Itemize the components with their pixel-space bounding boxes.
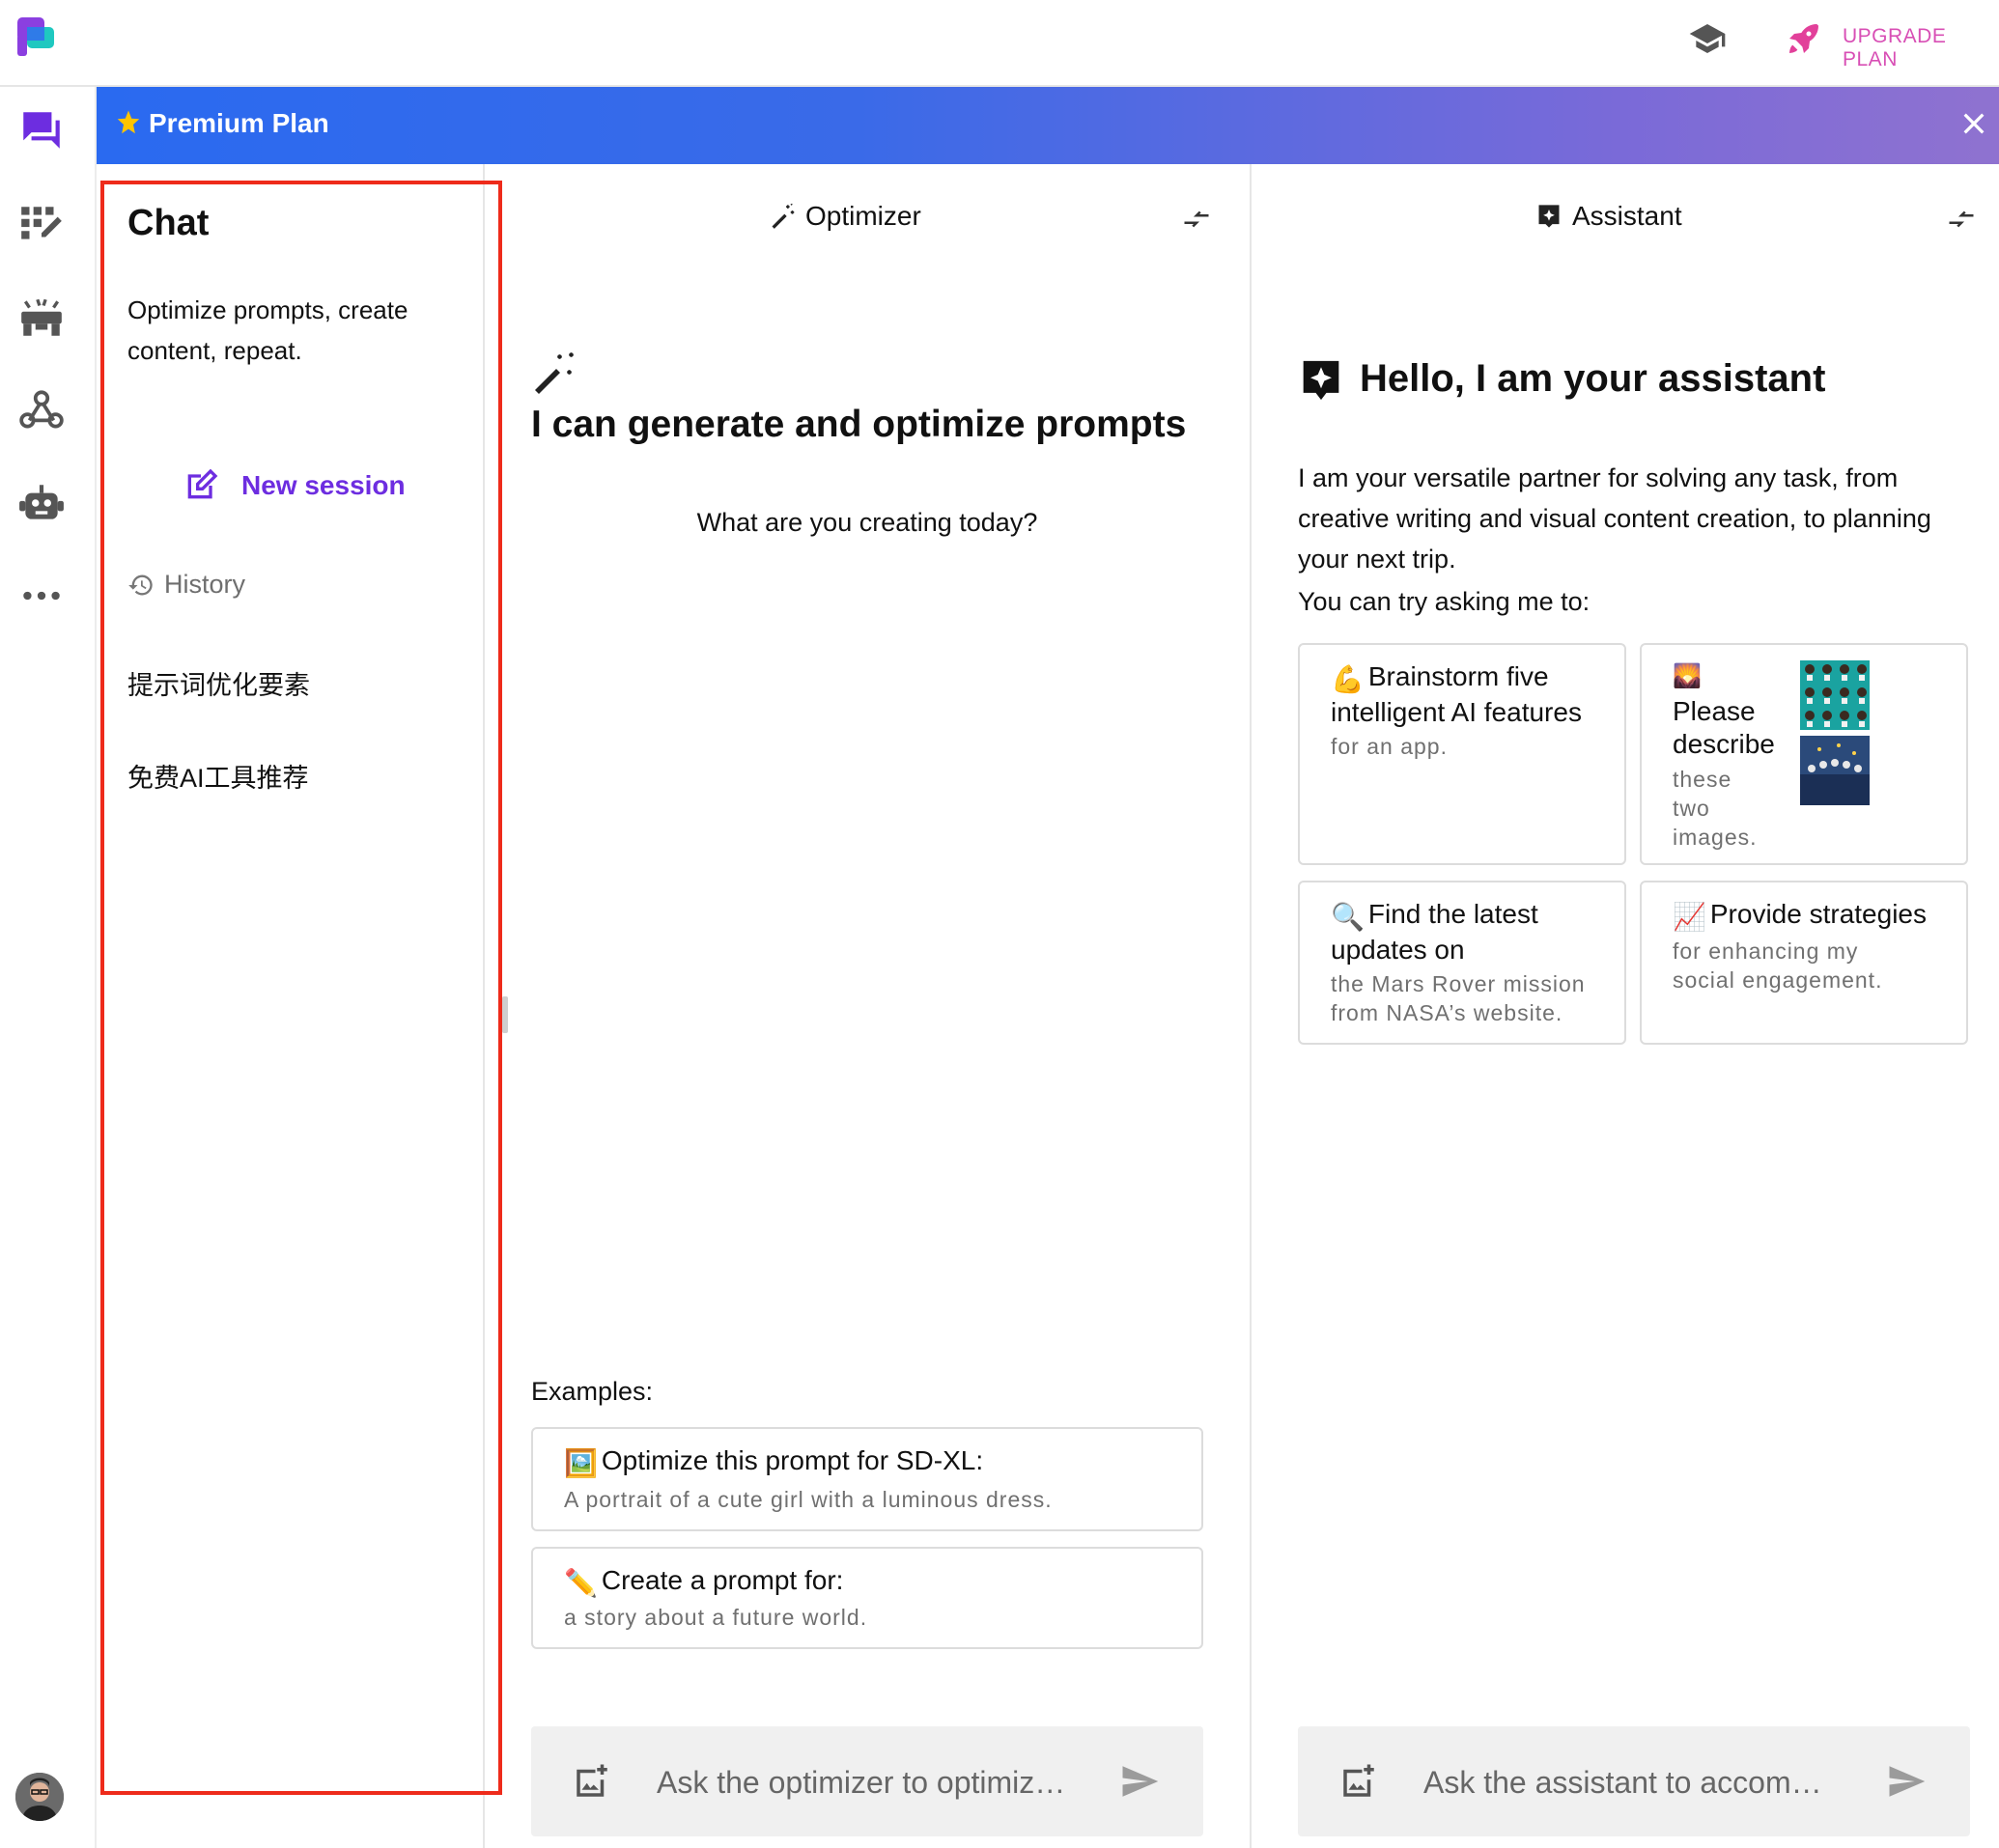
rocket-icon[interactable] xyxy=(1785,19,1823,58)
edit-icon xyxy=(187,468,218,499)
suggestion-title: 🔍 Find the latest updates on xyxy=(1331,899,1538,965)
sunrise-icon: 🌄 xyxy=(1673,663,1702,689)
example-card[interactable]: ✏️ Create a prompt for: a story about a f… xyxy=(531,1547,1203,1649)
pencil-icon: ✏️ xyxy=(564,1568,598,1598)
assistant-input-box xyxy=(1298,1726,1970,1836)
suggestion-subtitle: for an app. xyxy=(1331,734,1448,759)
suggestion-card[interactable]: 💪 Brainstorm five intelligent AI features… xyxy=(1298,643,1626,865)
app-logo[interactable] xyxy=(17,17,56,58)
optimizer-header: Optimizer xyxy=(769,201,921,232)
add-image-icon[interactable] xyxy=(572,1761,612,1802)
optimizer-input[interactable] xyxy=(655,1755,1084,1809)
panel-resize-handle[interactable] xyxy=(502,996,508,1033)
media-icon[interactable] xyxy=(17,294,66,342)
history-label: History xyxy=(164,570,246,599)
robot-icon[interactable] xyxy=(17,479,66,527)
chat-title: Chat xyxy=(127,203,210,243)
magnifying-glass-icon: 🔍 xyxy=(1331,902,1365,932)
chart-increasing-icon: 📈 xyxy=(1673,902,1706,932)
graduation-cap-icon[interactable] xyxy=(1688,19,1727,58)
example-title: ✏️ Create a prompt for: xyxy=(564,1565,844,1598)
more-icon[interactable] xyxy=(17,572,66,620)
left-rail xyxy=(0,87,97,1848)
optimizer-headline: I can generate and optimize prompts xyxy=(531,404,1187,445)
optimizer-header-label: Optimizer xyxy=(805,201,921,231)
assistant-intro: I am your versatile partner for solving … xyxy=(1298,463,1931,574)
suggestion-title: 💪 Brainstorm five intelligent AI features xyxy=(1331,661,1582,727)
magic-wand-icon xyxy=(535,351,575,394)
prompt-grid-icon[interactable] xyxy=(17,201,66,249)
example-subtitle: A portrait of a cute girl with a luminou… xyxy=(564,1487,1053,1512)
example-card[interactable]: 🖼️ Optimize this prompt for SD-XL: A port… xyxy=(531,1427,1203,1531)
highlight-box xyxy=(100,181,502,1795)
assistant-icon xyxy=(1303,360,1339,401)
premium-plan-title: Premium Plan xyxy=(149,108,329,138)
close-icon[interactable] xyxy=(1958,108,1989,139)
history-item[interactable]: 免费AI工具推荐 xyxy=(127,757,309,795)
team-photo-thumbnail xyxy=(1800,736,1870,805)
assistant-icon xyxy=(1538,205,1560,228)
send-icon[interactable] xyxy=(1885,1761,1928,1802)
history-item[interactable]: 提示词优化要素 xyxy=(127,664,310,702)
suggestion-subtitle: for enhancing my social engagement. xyxy=(1673,938,1883,993)
pane-divider xyxy=(1250,164,1252,1848)
collapse-icon[interactable] xyxy=(1945,205,1978,234)
webhook-icon[interactable] xyxy=(17,386,66,434)
suggestion-subtitle: the Mars Rover mission from NASA’s websi… xyxy=(1331,971,1586,1025)
flexed-biceps-icon: 💪 xyxy=(1331,664,1365,694)
suggestion-title: Please describe xyxy=(1673,696,1775,759)
add-image-icon[interactable] xyxy=(1338,1761,1379,1802)
suggestion-card[interactable]: 📈 Provide strategies for enhancing my soc… xyxy=(1640,881,1968,1045)
history-header: History xyxy=(127,570,245,600)
optimizer-input-box xyxy=(531,1726,1203,1836)
assistant-header-label: Assistant xyxy=(1572,201,1682,231)
optimizer-question: What are you creating today? xyxy=(696,508,1038,537)
suggestion-subtitle: these two images. xyxy=(1673,767,1758,850)
chat-icon[interactable] xyxy=(17,106,66,154)
magic-wand-icon xyxy=(772,203,795,229)
examples-label: Examples: xyxy=(531,1377,654,1406)
example-title: 🖼️ Optimize this prompt for SD-XL: xyxy=(564,1445,984,1478)
assistant-headline: Hello, I am your assistant xyxy=(1360,357,1826,400)
assistant-header: Assistant xyxy=(1535,201,1682,232)
history-icon xyxy=(128,574,153,595)
star-icon xyxy=(117,110,140,134)
send-icon[interactable] xyxy=(1118,1761,1161,1802)
framed-picture-icon: 🖼️ xyxy=(564,1448,598,1478)
collapse-icon[interactable] xyxy=(1180,205,1213,234)
assistant-try-label: You can try asking me to: xyxy=(1298,587,1591,616)
new-session-label: New session xyxy=(241,470,406,500)
chat-subtitle: Optimize prompts, create content, repeat… xyxy=(127,295,408,365)
portrait-grid-thumbnail xyxy=(1800,660,1870,730)
suggestion-card[interactable]: 🌄 Please describe these two images. xyxy=(1640,643,1968,865)
suggestion-card[interactable]: 🔍 Find the latest updates on the Mars Rov… xyxy=(1298,881,1626,1045)
premium-banner xyxy=(97,87,1999,164)
new-session-button[interactable]: New session xyxy=(182,463,406,508)
assistant-input[interactable] xyxy=(1422,1755,1850,1809)
example-subtitle: a story about a future world. xyxy=(564,1605,868,1630)
upgrade-plan-link[interactable]: UPGRADE PLAN xyxy=(1843,25,1999,71)
suggestion-title: 📈 Provide strategies xyxy=(1673,899,1927,932)
user-avatar[interactable] xyxy=(15,1773,64,1821)
